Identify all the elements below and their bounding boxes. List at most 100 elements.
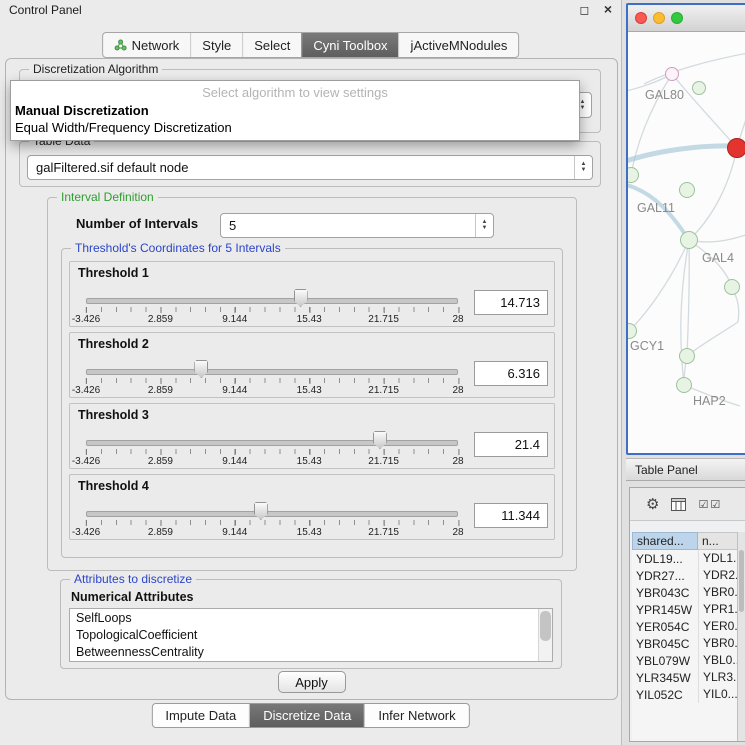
attribute-items: SelfLoopsTopologicalCoefficientBetweenne…: [70, 610, 538, 661]
threshold-slider[interactable]: -3.4262.8599.14415.4321.71528: [86, 426, 458, 466]
table-row[interactable]: YIL052CYIL0...: [632, 686, 738, 703]
column-selector-icon[interactable]: [671, 498, 686, 511]
threshold-panel: Threshold 4-3.4262.8599.14415.4321.71528…: [69, 474, 555, 540]
table-cell: YDR27...: [632, 569, 698, 583]
network-node[interactable]: [665, 67, 679, 81]
dropdown-option-manual-discretization[interactable]: Manual Discretization: [11, 102, 579, 119]
table-cell: YBR045C: [632, 637, 698, 651]
network-node[interactable]: [676, 377, 692, 393]
network-window[interactable]: GAL80GAL11GAL4GCY1HAP2: [626, 3, 745, 455]
tab-label: Select: [254, 38, 290, 53]
numerical-attributes-list[interactable]: SelfLoopsTopologicalCoefficientBetweenne…: [69, 608, 553, 662]
tab-style[interactable]: Style: [190, 33, 242, 57]
thresholds-group: Threshold's Coordinates for 5 Intervals …: [61, 248, 563, 558]
group-label-attributes: Attributes to discretize: [70, 572, 196, 586]
tab-impute-data[interactable]: Impute Data: [152, 704, 249, 727]
number-of-intervals-combobox[interactable]: 5 ▲▼: [220, 213, 494, 238]
scale-tick-label: -3.426: [72, 314, 100, 325]
zoom-traffic-light-icon[interactable]: [671, 12, 683, 24]
tab-cyni-toolbox[interactable]: Cyni Toolbox: [301, 33, 398, 57]
scale-tick-label: 28: [452, 456, 463, 467]
minimize-traffic-light-icon[interactable]: [653, 12, 665, 24]
number-of-intervals-value: 5: [229, 214, 236, 237]
table-cell: YBL0...: [698, 652, 738, 669]
list-item[interactable]: TopologicalCoefficient: [70, 627, 538, 644]
select-all-checkbox-icons[interactable]: ☑☑: [698, 498, 722, 511]
table-row[interactable]: YBR045CYBR0...: [632, 635, 738, 652]
table-row[interactable]: YBR043CYBR0...: [632, 584, 738, 601]
network-node-selected[interactable]: [727, 138, 745, 158]
table-row[interactable]: YLR345WYLR3...: [632, 669, 738, 686]
slider-thumb-handle[interactable]: [194, 360, 208, 378]
network-node[interactable]: [679, 182, 695, 198]
close-icon[interactable]: ×: [604, 1, 612, 17]
table-cell: YBL079W: [632, 654, 698, 668]
threshold-value-field[interactable]: 6.316: [474, 361, 548, 386]
scale-tick-label: 21.715: [368, 456, 399, 467]
column-header-1[interactable]: shared...: [632, 532, 698, 550]
list-scrollbar-thumb[interactable]: [540, 611, 551, 641]
network-node[interactable]: [680, 231, 698, 249]
tab-jactivemnodules[interactable]: jActiveMNodules: [399, 33, 519, 57]
tab-infer-network[interactable]: Infer Network: [364, 704, 468, 727]
table-rows: YDL19...YDL1...YDR27...YDR2...YBR043CYBR…: [632, 550, 738, 741]
network-node[interactable]: [724, 279, 740, 295]
column-header-2[interactable]: n...: [698, 532, 738, 550]
table-row[interactable]: YBL079WYBL0...: [632, 652, 738, 669]
table-panel: ⚙ ☑☑ shared...n... YDL19...YDL1...YDR27.…: [629, 487, 745, 742]
table-data-combobox[interactable]: galFiltered.sif default node ▲▼: [27, 155, 593, 180]
float-window-icon[interactable]: ◻: [580, 3, 590, 17]
scale-tick-label: 28: [452, 314, 463, 325]
table-scrollbar[interactable]: [737, 532, 745, 741]
threshold-slider[interactable]: -3.4262.8599.14415.4321.71528: [86, 284, 458, 324]
table-cell: YLR345W: [632, 671, 698, 685]
table-scrollbar-thumb[interactable]: [739, 550, 744, 612]
threshold-slider[interactable]: -3.4262.8599.14415.4321.71528: [86, 355, 458, 395]
network-node[interactable]: [692, 81, 706, 95]
network-node[interactable]: [679, 348, 695, 364]
scale-tick-label: 15.43: [297, 385, 322, 396]
scale-tick-label: 15.43: [297, 456, 322, 467]
list-item[interactable]: BetweennessCentrality: [70, 644, 538, 661]
scale-tick-label: 2.859: [148, 314, 173, 325]
table-panel-header: Table Panel: [626, 458, 745, 481]
list-scrollbar[interactable]: [538, 609, 552, 661]
scale-tick-label: 9.144: [222, 385, 247, 396]
table-row[interactable]: YDR27...YDR2...: [632, 567, 738, 584]
combo-stepper-icon: ▲▼: [475, 214, 493, 237]
close-traffic-light-icon[interactable]: [635, 12, 647, 24]
numerical-attributes-label: Numerical Attributes: [71, 590, 193, 604]
table-row[interactable]: YPR145WYPR1...: [632, 601, 738, 618]
table-cell: YER0...: [698, 618, 738, 635]
threshold-value-field[interactable]: 21.4: [474, 432, 548, 457]
control-panel: Control Panel ◻ × NetworkStyle Select Cyni…: [0, 0, 622, 745]
threshold-value-field[interactable]: 14.713: [474, 290, 548, 315]
slider-thumb-handle[interactable]: [254, 502, 268, 520]
table-row[interactable]: YDL19...YDL1...: [632, 550, 738, 567]
apply-button[interactable]: Apply: [278, 671, 346, 693]
slider-thumb-handle[interactable]: [294, 289, 308, 307]
threshold-slider[interactable]: -3.4262.8599.14415.4321.71528: [86, 497, 458, 537]
scale-tick-label: 21.715: [368, 314, 399, 325]
algorithm-dropdown-list: Manual DiscretizationEqual Width/Frequen…: [11, 102, 579, 136]
scale-tick-label: 2.859: [148, 527, 173, 538]
tab-network[interactable]: Network: [103, 33, 191, 57]
scale-tick-label: 15.43: [297, 314, 322, 325]
settings-gear-icon[interactable]: ⚙: [646, 495, 659, 513]
threshold-label: Threshold 3: [78, 408, 149, 422]
scale-tick-label: 9.144: [222, 314, 247, 325]
tab-discretize-data[interactable]: Discretize Data: [249, 704, 364, 727]
tab-select[interactable]: Select: [242, 33, 301, 57]
slider-track: [86, 298, 458, 304]
table-row[interactable]: YER054CYER0...: [632, 618, 738, 635]
table-cell: YDL19...: [632, 552, 698, 566]
group-label-thresholds: Threshold's Coordinates for 5 Intervals: [71, 241, 285, 255]
threshold-panel: Threshold 3-3.4262.8599.14415.4321.71528…: [69, 403, 555, 469]
control-panel-titlebar: Control Panel ◻ ×: [0, 0, 621, 20]
network-canvas[interactable]: GAL80GAL11GAL4GCY1HAP2: [628, 32, 745, 455]
dropdown-option-equal-width-frequency-discretization[interactable]: Equal Width/Frequency Discretization: [11, 119, 579, 136]
threshold-value-field[interactable]: 11.344: [474, 503, 548, 528]
list-item[interactable]: SelfLoops: [70, 610, 538, 627]
table-cell: YPR1...: [698, 601, 738, 618]
slider-thumb-handle[interactable]: [373, 431, 387, 449]
